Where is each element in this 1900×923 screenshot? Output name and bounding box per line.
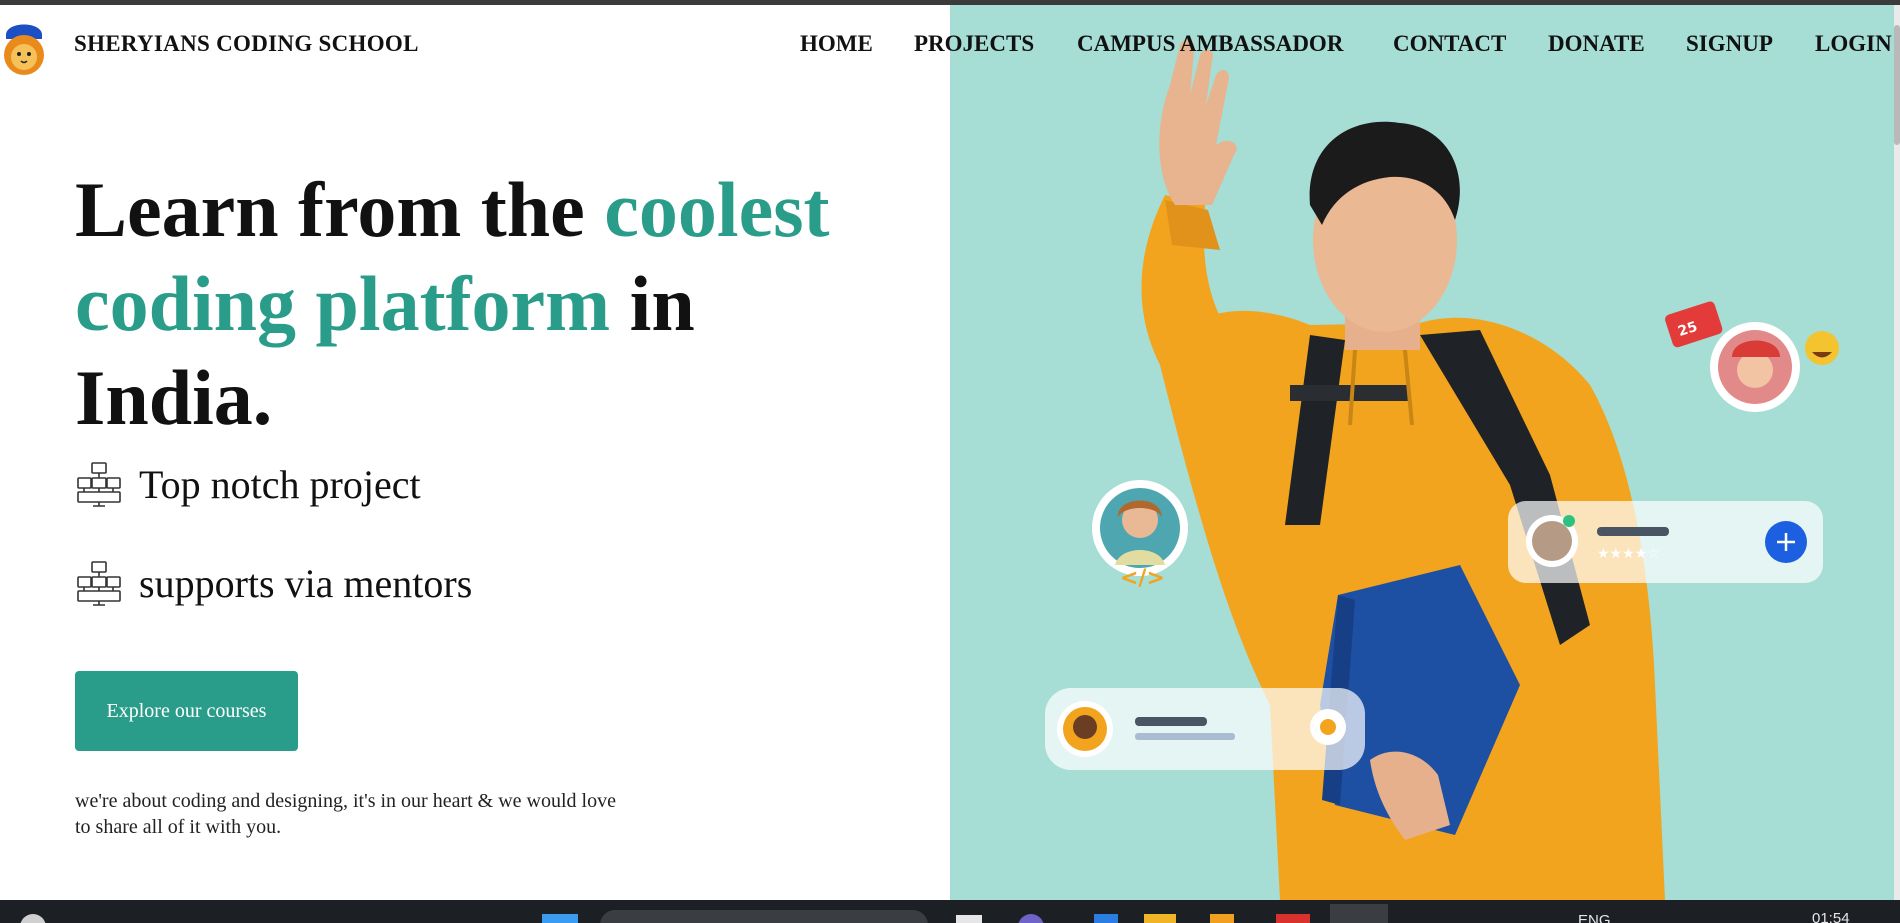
computer-network-icon xyxy=(77,462,121,507)
svg-text:★★★★☆: ★★★★☆ xyxy=(1597,546,1660,562)
language-indicator[interactable]: ENG xyxy=(1578,912,1611,923)
windows-start-icon[interactable] xyxy=(542,914,578,923)
nav-signup[interactable]: SIGNUP xyxy=(1686,31,1773,57)
feature-text: Top notch project xyxy=(139,461,421,507)
taskbar-app-icon[interactable] xyxy=(1276,914,1310,923)
headline-part3: India. xyxy=(75,354,273,441)
search-icon[interactable] xyxy=(20,914,46,923)
explore-courses-button[interactable]: Explore our courses xyxy=(75,671,298,751)
taskbar-app-icon[interactable] xyxy=(1144,914,1176,923)
lion-logo-icon[interactable] xyxy=(2,15,46,77)
landing-page: </> 25 ★★★★☆ SHERYIANS CODING SCHOOL HOM… xyxy=(0,5,1900,900)
scrollbar-thumb[interactable] xyxy=(1894,25,1900,145)
nav-donate[interactable]: DONATE xyxy=(1548,31,1645,57)
nav-projects[interactable]: PROJECTS xyxy=(914,31,1034,57)
feature-item: Top notch project xyxy=(75,460,421,508)
brand-name[interactable]: SHERYIANS CODING SCHOOL xyxy=(74,31,419,57)
nav-home[interactable]: HOME xyxy=(800,31,873,57)
student-illustration: </> 25 ★★★★☆ xyxy=(1045,39,1839,900)
taskbar-app-icon[interactable] xyxy=(1210,914,1234,923)
clock-time[interactable]: 01:54 xyxy=(1812,910,1850,923)
nav-login[interactable]: LOGIN xyxy=(1815,31,1892,57)
tagline-line1: we're about coding and designing, it's i… xyxy=(75,790,616,812)
feature-text: supports via mentors xyxy=(139,560,473,606)
nav-contact[interactable]: CONTACT xyxy=(1393,31,1506,57)
feature-item: supports via mentors xyxy=(75,559,472,607)
taskbar-app-icon[interactable] xyxy=(956,915,982,923)
nav-campus-ambassador[interactable]: CAMPUS AMBASSADOR xyxy=(1077,31,1343,57)
taskbar-app-icon[interactable] xyxy=(1330,904,1388,923)
taskbar-app-icon[interactable] xyxy=(1018,914,1044,923)
tagline-line2: to share all of it with you. xyxy=(75,816,282,838)
svg-text:</>: </> xyxy=(1120,566,1165,591)
headline-accent-coolest: coolest xyxy=(604,166,830,253)
headline-part2: in xyxy=(610,260,695,347)
computer-network-icon xyxy=(77,561,121,606)
headline-accent-platform: coding platform xyxy=(75,260,611,347)
page-scrollbar[interactable] xyxy=(1894,5,1900,900)
hero-headline: Learn from the coolest coding platform i… xyxy=(75,163,895,445)
hero-image-panel: </> 25 ★★★★☆ xyxy=(950,5,1900,900)
os-taskbar: ENG 01:54 xyxy=(0,900,1900,923)
tagline: we're about coding and designing, it's i… xyxy=(75,788,715,840)
taskbar-search-box[interactable] xyxy=(600,910,928,923)
taskbar-app-icon[interactable] xyxy=(1094,914,1118,923)
headline-part1: Learn from the xyxy=(75,166,605,253)
